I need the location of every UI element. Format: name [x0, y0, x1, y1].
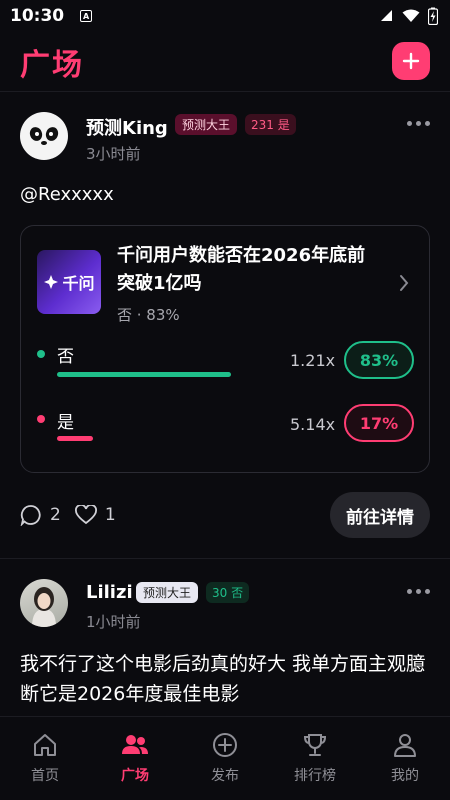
- prediction-card[interactable]: 千问 千问用户数能否在2026年底前突破1亿吗 否 · 83% 否 1.21x …: [20, 225, 430, 473]
- profile-icon: [394, 734, 416, 757]
- comment-count: 2: [50, 505, 61, 525]
- home-icon: [34, 734, 56, 756]
- more-options-icon[interactable]: [407, 121, 430, 126]
- tab-profile[interactable]: 我的: [360, 717, 450, 800]
- add-post-button[interactable]: [392, 42, 430, 80]
- option-yes-dot: [37, 415, 45, 423]
- post-content: @Rexxxxx: [20, 184, 114, 205]
- panda-avatar-icon: [29, 127, 59, 145]
- question-thumbnail: 千问: [37, 250, 101, 314]
- user-badge: 预测大王: [175, 114, 238, 135]
- notification-icon: A: [80, 10, 93, 22]
- tab-label: 我的: [391, 768, 419, 784]
- thumbnail-text: 千问: [62, 274, 95, 293]
- username[interactable]: Lilizi: [86, 582, 133, 603]
- status-bar: 10:30 A: [0, 0, 450, 32]
- tab-label: 首页: [31, 768, 59, 784]
- question-title: 千问用户数能否在2026年底前突破1亿吗: [117, 245, 366, 294]
- tab-publish[interactable]: 发布: [180, 717, 270, 800]
- wifi-icon: [402, 9, 420, 22]
- question-summary: 否 · 83%: [117, 306, 180, 324]
- comment-button[interactable]: 2: [20, 504, 61, 526]
- tab-label: 广场: [121, 768, 149, 784]
- avatar[interactable]: [20, 112, 68, 160]
- like-button[interactable]: 1: [74, 505, 116, 525]
- option-yes-bar: [57, 436, 93, 441]
- user-stat-badge: 30 否: [206, 582, 250, 603]
- tab-home[interactable]: 首页: [0, 717, 90, 800]
- plus-icon: [402, 52, 420, 70]
- avatar[interactable]: [20, 579, 68, 627]
- user-stat-badge: 231 是: [245, 114, 296, 135]
- trophy-icon: [303, 734, 327, 756]
- post-time: 1小时前: [86, 613, 141, 631]
- more-options-icon[interactable]: [407, 589, 430, 594]
- bet-yes-button[interactable]: 17%: [344, 404, 414, 442]
- status-icons: [380, 7, 438, 25]
- post-time: 3小时前: [86, 145, 141, 163]
- user-badge: 预测大王: [136, 582, 199, 603]
- qianwen-logo-icon: [44, 275, 59, 289]
- post-content: 我不行了这个电影后劲真的好大 我单方面主观臆断它是2026年度最佳电影: [20, 653, 426, 705]
- user-photo-icon: [32, 587, 56, 627]
- view-details-button[interactable]: 前往详情: [330, 492, 430, 538]
- battery-icon: [428, 7, 438, 25]
- add-circle-icon: [213, 733, 237, 757]
- option-no-bar: [57, 372, 231, 377]
- tab-label: 发布: [211, 768, 239, 784]
- signal-icon: [381, 10, 392, 21]
- status-time: 10:30: [10, 6, 65, 26]
- username[interactable]: 预测King: [86, 114, 168, 140]
- page-title: 广场: [20, 48, 84, 83]
- chevron-right-icon[interactable]: [399, 274, 409, 292]
- bet-no-button[interactable]: 83%: [344, 341, 414, 379]
- option-yes-odds: 5.14x: [290, 415, 336, 434]
- option-yes-label: 是: [57, 413, 74, 433]
- like-count: 1: [104, 505, 116, 525]
- tab-square[interactable]: 广场: [90, 717, 180, 800]
- post-divider: [0, 558, 450, 559]
- header-divider: [0, 91, 450, 92]
- tab-leaderboard[interactable]: 排行榜: [270, 717, 360, 800]
- bottom-tab-bar: 首页 广场 发布 排行榜 我的: [0, 716, 450, 800]
- option-no-dot: [37, 350, 45, 358]
- tab-label: 排行榜: [294, 768, 336, 784]
- people-icon: [122, 735, 148, 754]
- comment-icon: [20, 505, 41, 526]
- option-no-label: 否: [57, 347, 74, 367]
- option-no-odds: 1.21x: [290, 351, 336, 370]
- page-header: 广场: [0, 36, 450, 88]
- post-actions: 2 1 前往详情: [20, 492, 430, 538]
- heart-icon: [74, 505, 97, 525]
